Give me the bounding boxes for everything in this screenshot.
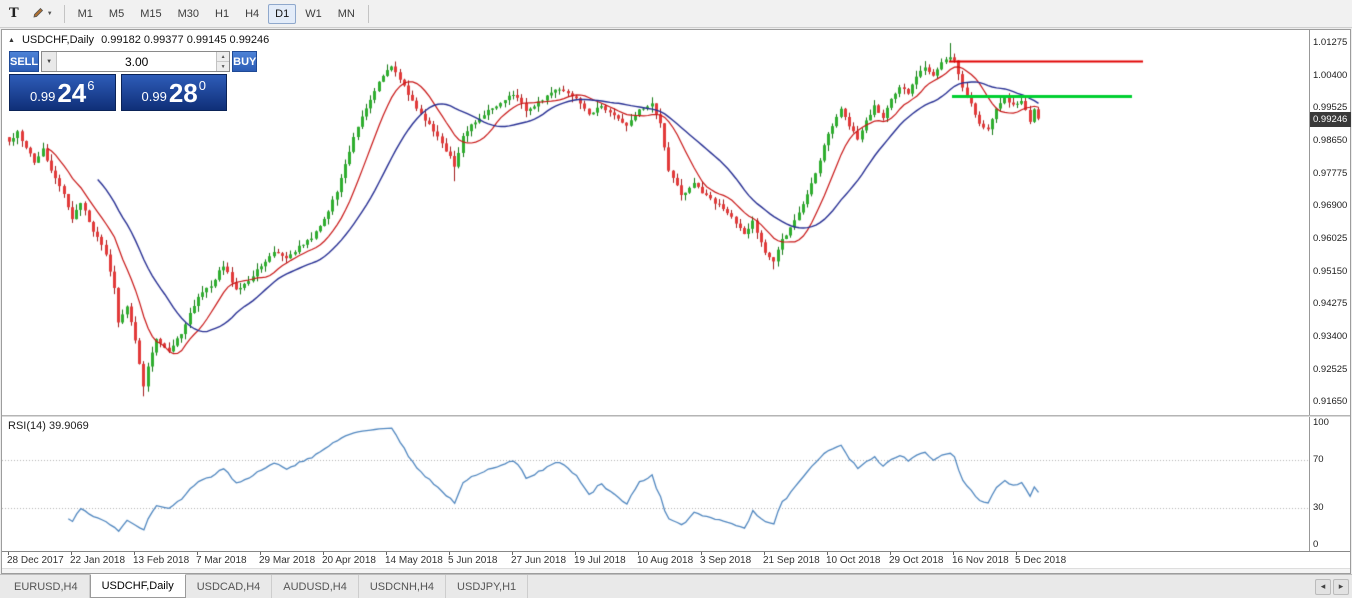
price-axis-label: 0.96900 xyxy=(1313,200,1347,211)
price-axis-label: 1.00400 xyxy=(1313,70,1347,81)
price-axis-label: 0.98650 xyxy=(1313,135,1347,146)
chevron-down-icon: ▼ xyxy=(47,11,53,17)
date-label: 13 Feb 2018 xyxy=(133,555,189,566)
price-axis-label: 0.96025 xyxy=(1313,233,1347,244)
price-axis-label: 0.95150 xyxy=(1313,266,1347,277)
price-axis[interactable]: 0.99246 1.012751.004000.995250.986500.97… xyxy=(1309,30,1350,415)
chart-window: ▲ USDCHF,Daily 0.99182 0.99377 0.99145 0… xyxy=(1,29,1351,574)
date-label: 21 Sep 2018 xyxy=(763,555,820,566)
chart-title: ▲ USDCHF,Daily 0.99182 0.99377 0.99145 0… xyxy=(8,34,269,46)
timeframe-d1[interactable]: D1 xyxy=(268,4,296,24)
chart-ohlc-values: 0.99182 0.99377 0.99145 0.99246 xyxy=(101,34,269,46)
chevron-right-icon: ▸ xyxy=(1339,581,1344,592)
timeframe-w1[interactable]: W1 xyxy=(298,4,329,24)
date-label: 7 Mar 2018 xyxy=(196,555,247,566)
date-label: 27 Jun 2018 xyxy=(511,555,566,566)
tab-usdcad-h4[interactable]: USDCAD,H4 xyxy=(186,575,273,598)
timeframe-mn[interactable]: MN xyxy=(331,4,362,24)
mt4-window: { "toolbar": { "text_tool_glyph": "T", "… xyxy=(0,0,1352,598)
date-label: 3 Sep 2018 xyxy=(700,555,751,566)
tab-audusd-h4[interactable]: AUDUSD,H4 xyxy=(272,575,359,598)
bottom-strip xyxy=(2,568,1350,573)
sell-price-pips: 24 xyxy=(57,81,86,106)
volume-spinner: ▲ ▼ xyxy=(216,52,229,71)
price-axis-label: 1.01275 xyxy=(1313,37,1347,48)
symbol-arrow-icon: ▲ xyxy=(8,37,15,44)
date-label: 5 Jun 2018 xyxy=(448,555,498,566)
date-label: 16 Nov 2018 xyxy=(952,555,1009,566)
timeframe-m30[interactable]: M30 xyxy=(171,4,206,24)
text-tool-icon: T xyxy=(9,6,19,21)
one-click-trade-panel: SELL ▼ ▲ ▼ BUY 0.99 24 6 xyxy=(9,51,227,111)
volume-dropdown-button[interactable]: ▼ xyxy=(42,52,57,71)
tab-eurusd-h4[interactable]: EURUSD,H4 xyxy=(3,575,90,598)
tab-usdchf-daily[interactable]: USDCHF,Daily xyxy=(90,574,186,598)
timeframe-h4[interactable]: H4 xyxy=(238,4,266,24)
sell-price-prefix: 0.99 xyxy=(30,89,55,104)
date-label: 10 Aug 2018 xyxy=(637,555,693,566)
chart-tabs: EURUSD,H4USDCHF,DailyUSDCAD,H4AUDUSD,H4U… xyxy=(3,575,528,598)
brush-icon xyxy=(31,7,44,20)
date-label: 29 Mar 2018 xyxy=(259,555,315,566)
brush-tool-button[interactable]: ▼ xyxy=(25,3,59,25)
date-label: 22 Jan 2018 xyxy=(70,555,125,566)
chevron-down-icon: ▼ xyxy=(46,59,52,65)
current-price-badge: 0.99246 xyxy=(1310,112,1351,127)
buy-price-prefix: 0.99 xyxy=(142,89,167,104)
buy-price-pips: 28 xyxy=(169,81,198,106)
rsi-axis-label: 30 xyxy=(1313,502,1324,513)
buy-price-display[interactable]: 0.99 28 0 xyxy=(121,74,228,111)
top-toolbar: T ▼ M1M5M15M30H1H4D1W1MN xyxy=(0,0,1352,28)
date-label: 28 Dec 2017 xyxy=(7,555,64,566)
buy-price-point: 0 xyxy=(199,78,206,93)
toolbar-separator xyxy=(64,5,65,23)
timeframe-m1[interactable]: M1 xyxy=(71,4,100,24)
volume-field: ▼ ▲ ▼ xyxy=(41,51,230,72)
spin-down-button[interactable]: ▼ xyxy=(217,62,229,71)
sell-price-display[interactable]: 0.99 24 6 xyxy=(9,74,116,111)
rsi-indicator-label: RSI(14) 39.9069 xyxy=(8,420,89,432)
rsi-pane: RSI(14) 39.9069 xyxy=(2,417,1310,551)
toolbar-separator xyxy=(368,5,369,23)
tab-usdjpy-h1[interactable]: USDJPY,H1 xyxy=(446,575,528,598)
date-label: 5 Dec 2018 xyxy=(1015,555,1066,566)
rsi-chart-canvas[interactable] xyxy=(2,417,1310,551)
buy-button[interactable]: BUY xyxy=(232,51,257,72)
chart-symbol-label: USDCHF,Daily xyxy=(22,34,94,46)
rsi-axis-label: 0 xyxy=(1313,539,1318,550)
volume-input[interactable] xyxy=(57,52,216,71)
timeframe-buttons: M1M5M15M30H1H4D1W1MN xyxy=(70,4,363,24)
rsi-axis[interactable]: 100 70 30 0 xyxy=(1309,417,1350,551)
date-label: 10 Oct 2018 xyxy=(826,555,880,566)
date-label: 20 Apr 2018 xyxy=(322,555,376,566)
tab-scrollers: ◂ ▸ xyxy=(1313,575,1352,598)
date-label: 29 Oct 2018 xyxy=(889,555,943,566)
price-axis-label: 0.93400 xyxy=(1313,331,1347,342)
tab-scroll-right-button[interactable]: ▸ xyxy=(1333,579,1349,595)
date-label: 14 May 2018 xyxy=(385,555,443,566)
tab-scroll-left-button[interactable]: ◂ xyxy=(1315,579,1331,595)
timeframe-m5[interactable]: M5 xyxy=(102,4,131,24)
text-tool-button[interactable]: T xyxy=(3,3,25,25)
chart-tab-bar: EURUSD,H4USDCHF,DailyUSDCAD,H4AUDUSD,H4U… xyxy=(0,574,1352,598)
spin-up-button[interactable]: ▲ xyxy=(217,52,229,62)
main-price-pane: ▲ USDCHF,Daily 0.99182 0.99377 0.99145 0… xyxy=(2,30,1310,415)
price-axis-label: 0.94275 xyxy=(1313,298,1347,309)
rsi-axis-label: 70 xyxy=(1313,454,1324,465)
price-axis-label: 0.97775 xyxy=(1313,168,1347,179)
price-axis-label: 0.91650 xyxy=(1313,396,1347,407)
sell-button[interactable]: SELL xyxy=(9,51,39,72)
rsi-axis-label: 100 xyxy=(1313,417,1329,428)
timeframe-m15[interactable]: M15 xyxy=(133,4,168,24)
date-label: 19 Jul 2018 xyxy=(574,555,626,566)
timeframe-h1[interactable]: H1 xyxy=(208,4,236,24)
price-axis-label: 0.92525 xyxy=(1313,364,1347,375)
chevron-left-icon: ◂ xyxy=(1321,581,1326,592)
sell-price-point: 6 xyxy=(87,78,94,93)
date-axis[interactable]: 28 Dec 2017 22 Jan 2018 13 Feb 2018 7 Mar 2… xyxy=(2,551,1350,568)
tab-usdcnh-h4[interactable]: USDCNH,H4 xyxy=(359,575,446,598)
